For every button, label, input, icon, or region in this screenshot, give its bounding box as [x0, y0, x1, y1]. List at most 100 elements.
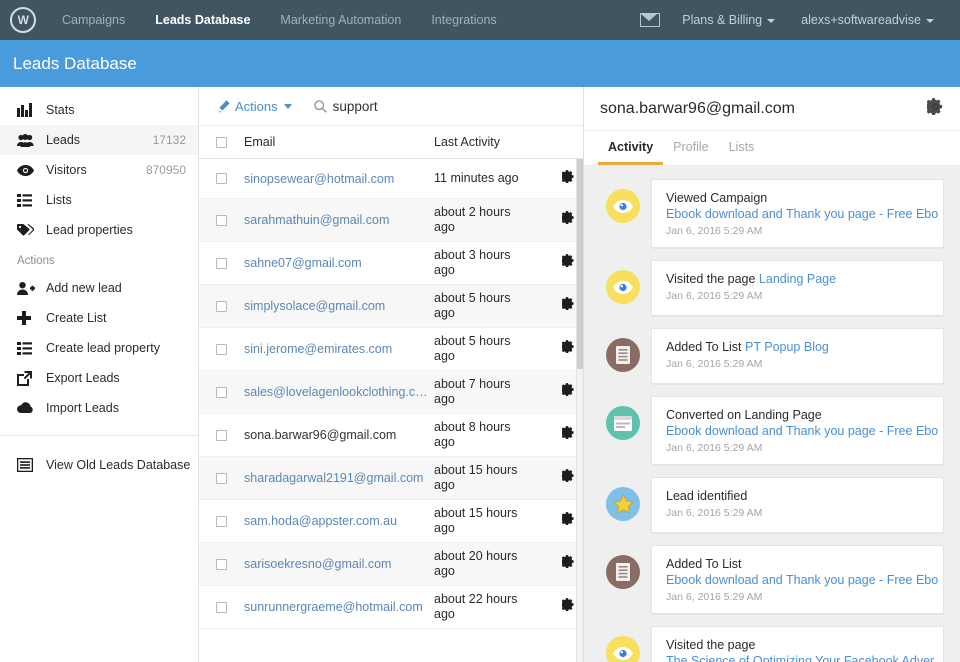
gear-icon[interactable]	[562, 297, 575, 315]
table-row[interactable]: sahne07@gmail.comabout 3 hours ago	[199, 242, 583, 285]
table-row[interactable]: sharadagarwal2191@gmail.comabout 15 hour…	[199, 457, 583, 500]
gear-icon[interactable]	[927, 98, 944, 120]
leads-search[interactable]	[314, 99, 513, 114]
list-icon	[17, 192, 35, 208]
nav-link-leads-database[interactable]: Leads Database	[155, 13, 250, 27]
sidebar-item-lists[interactable]: Lists	[0, 185, 198, 215]
row-checkbox[interactable]	[216, 215, 227, 226]
sidebar-action-import-leads[interactable]: Import Leads	[0, 393, 198, 423]
activity-timestamp: Jan 6, 2016 5:29 AM	[666, 357, 931, 371]
sidebar-action-label: Export Leads	[46, 371, 120, 385]
column-header-email[interactable]: Email	[244, 135, 434, 149]
row-checkbox[interactable]	[216, 559, 227, 570]
activity-feed: Viewed CampaignEbook download and Thank …	[584, 165, 960, 662]
row-checkbox[interactable]	[216, 473, 227, 484]
account-menu[interactable]: alexs+softwareadvise	[801, 13, 934, 27]
row-checkbox[interactable]	[216, 430, 227, 441]
sidebar-action-add-new-lead[interactable]: Add new lead	[0, 273, 198, 303]
envelope-icon[interactable]	[640, 13, 660, 27]
lead-email-link[interactable]: sharadagarwal2191@gmail.com	[244, 471, 429, 485]
nav-link-campaigns[interactable]: Campaigns	[62, 13, 125, 27]
lead-email-link[interactable]: sahne07@gmail.com	[244, 256, 429, 270]
export-icon	[17, 370, 35, 386]
gear-icon[interactable]	[562, 555, 575, 573]
table-row[interactable]: simplysolace@gmail.comabout 5 hours ago	[199, 285, 583, 328]
activity-subtitle-link[interactable]: Ebook download and Thank you page - Free…	[666, 572, 931, 588]
lead-email-link[interactable]: sunrunnergraeme@hotmail.com	[244, 600, 429, 614]
table-row[interactable]: sona.barwar96@gmail.comabout 8 hours ago	[199, 414, 583, 457]
table-row[interactable]: sinopsewear@hotmail.com11 minutes ago	[199, 159, 583, 199]
sidebar-action-create-lead-property[interactable]: Create lead property	[0, 333, 198, 363]
tag-icon	[17, 222, 35, 238]
tab-profile[interactable]: Profile	[663, 131, 718, 165]
table-row[interactable]: sales@lovelagenlookclothing.co...about 7…	[199, 371, 583, 414]
lead-email-link[interactable]: sinopsewear@hotmail.com	[244, 172, 429, 186]
tab-lists[interactable]: Lists	[719, 131, 765, 165]
search-input[interactable]	[333, 99, 513, 114]
row-checkbox[interactable]	[216, 258, 227, 269]
scrollbar-thumb[interactable]	[577, 159, 584, 369]
row-checkbox[interactable]	[216, 387, 227, 398]
activity-item: Lead identifiedJan 6, 2016 5:29 AM	[592, 477, 944, 533]
row-checkbox[interactable]	[216, 173, 227, 184]
activity-title: Lead identified	[666, 488, 931, 504]
leads-table-body: sinopsewear@hotmail.com11 minutes agosar…	[199, 159, 583, 662]
tab-activity[interactable]: Activity	[598, 131, 663, 165]
table-row[interactable]: sini.jerome@emirates.comabout 5 hours ag…	[199, 328, 583, 371]
row-email-cell: sharadagarwal2191@gmail.com	[244, 471, 434, 485]
activity-inline-link[interactable]: PT Popup Blog	[745, 340, 829, 354]
sidebar-action-export-leads[interactable]: Export Leads	[0, 363, 198, 393]
sidebar-view-old-leads-database[interactable]: View Old Leads Database	[0, 450, 198, 480]
leads-list-scrollbar[interactable]	[576, 159, 583, 662]
gear-icon[interactable]	[562, 469, 575, 487]
gear-icon[interactable]	[562, 512, 575, 530]
row-checkbox[interactable]	[216, 516, 227, 527]
row-checkbox-cell	[199, 430, 244, 441]
plans-billing-menu[interactable]: Plans & Billing	[682, 13, 775, 27]
row-checkbox[interactable]	[216, 344, 227, 355]
sidebar-action-create-list[interactable]: Create List	[0, 303, 198, 333]
lead-email-link[interactable]: simplysolace@gmail.com	[244, 299, 429, 313]
app-logo-icon[interactable]: W	[10, 7, 36, 33]
eye-icon	[606, 189, 640, 223]
gear-icon[interactable]	[562, 598, 575, 616]
leads-table-header: Email Last Activity	[199, 125, 583, 159]
gear-icon[interactable]	[562, 340, 575, 358]
table-row[interactable]: sunrunnergraeme@hotmail.comabout 22 hour…	[199, 586, 583, 629]
table-row[interactable]: sarahmathuin@gmail.comabout 2 hours ago	[199, 199, 583, 242]
table-row[interactable]: sam.hoda@appster.com.auabout 15 hours ag…	[199, 500, 583, 543]
row-checkbox[interactable]	[216, 602, 227, 613]
activity-item: Converted on Landing PageEbook download …	[592, 396, 944, 465]
activity-subtitle-link[interactable]: Ebook download and Thank you page - Free…	[666, 206, 931, 222]
activity-subtitle-link[interactable]: The Science of Optimizing Your Facebook …	[666, 653, 931, 662]
column-header-last-activity[interactable]: Last Activity	[434, 135, 553, 149]
nav-right-group: Plans & Billing alexs+softwareadvise	[640, 0, 960, 40]
activity-inline-link[interactable]: Landing Page	[759, 272, 836, 286]
lead-email-link[interactable]: sales@lovelagenlookclothing.co...	[244, 385, 429, 399]
lead-email-link[interactable]: sarisoekresno@gmail.com	[244, 557, 429, 571]
gear-icon[interactable]	[562, 426, 575, 444]
sidebar-item-visitors[interactable]: Visitors 870950	[0, 155, 198, 185]
activity-card: Viewed CampaignEbook download and Thank …	[651, 179, 944, 248]
activity-timestamp: Jan 6, 2016 5:29 AM	[666, 590, 931, 604]
lead-detail-tabs: Activity Profile Lists	[584, 131, 960, 165]
lead-email-link[interactable]: sona.barwar96@gmail.com	[244, 428, 429, 442]
sidebar-item-stats[interactable]: Stats	[0, 95, 198, 125]
select-all-checkbox[interactable]	[216, 137, 227, 148]
table-row[interactable]: sarisoekresno@gmail.comabout 20 hours ag…	[199, 543, 583, 586]
sidebar-item-lead-properties[interactable]: Lead properties	[0, 215, 198, 245]
sidebar-item-label: Stats	[46, 103, 75, 117]
lead-email-link[interactable]: sini.jerome@emirates.com	[244, 342, 429, 356]
lead-email-link[interactable]: sam.hoda@appster.com.au	[244, 514, 429, 528]
actions-dropdown-button[interactable]: Actions	[217, 99, 292, 114]
gear-icon[interactable]	[562, 211, 575, 229]
row-checkbox[interactable]	[216, 301, 227, 312]
lead-email-link[interactable]: sarahmathuin@gmail.com	[244, 213, 429, 227]
nav-link-integrations[interactable]: Integrations	[431, 13, 496, 27]
gear-icon[interactable]	[562, 254, 575, 272]
nav-link-marketing-automation[interactable]: Marketing Automation	[280, 13, 401, 27]
gear-icon[interactable]	[562, 383, 575, 401]
activity-subtitle-link[interactable]: Ebook download and Thank you page - Free…	[666, 423, 931, 439]
gear-icon[interactable]	[562, 170, 575, 188]
sidebar-item-leads[interactable]: Leads 17132	[0, 125, 198, 155]
